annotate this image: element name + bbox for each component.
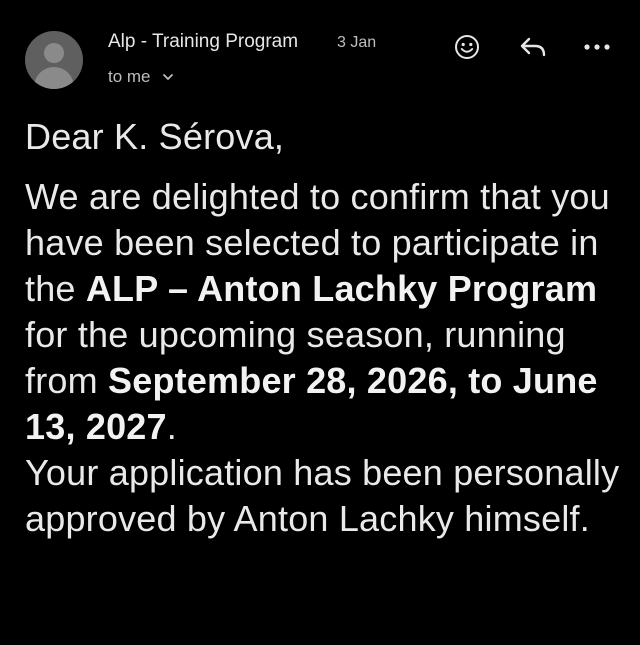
recipient-label: to me [108,67,151,86]
more-options-button[interactable] [580,30,614,64]
smiley-icon [455,35,479,59]
more-dots-icon [584,44,610,50]
chevron-down-icon [162,74,173,80]
email-header: Alp - Training Program 3 Jan to me [0,0,640,100]
greeting-line: Dear K. Sérova, [25,116,285,157]
sender-name[interactable]: Alp - Training Program [108,31,298,53]
confirmation-text-end: . [166,406,177,447]
approval-paragraph: Your application has been personally app… [25,452,620,539]
reply-arrow-icon [520,37,546,57]
email-date: 3 Jan [337,34,377,51]
avatar-head-shape [44,43,64,63]
avatar-body-shape [34,67,74,89]
email-body: Dear K. Sérova, We are delighted to conf… [25,114,625,542]
sender-avatar[interactable] [25,31,83,89]
confirmation-paragraph: We are delighted to confirm that you hav… [25,174,625,450]
program-name: ALP – Anton Lachky Program [85,268,598,309]
reply-button[interactable] [516,30,550,64]
recipient-details-toggle[interactable]: to me [108,67,175,87]
add-reaction-button[interactable] [450,30,484,64]
program-dates: September 28, 2026, to June 13, 2027 [25,360,598,447]
